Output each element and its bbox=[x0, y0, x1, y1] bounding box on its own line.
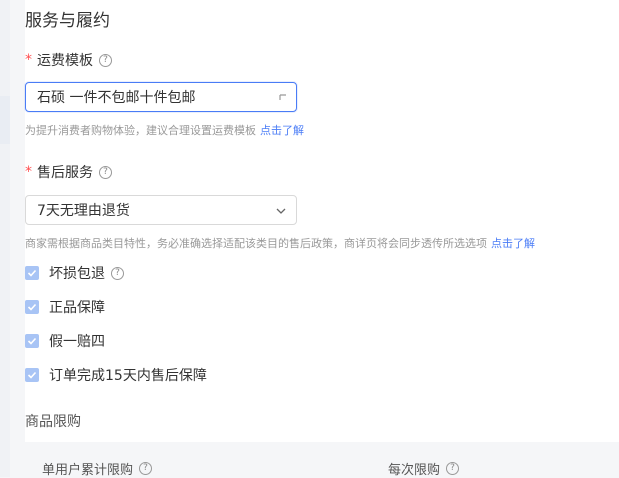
freight-hint: 为提升消费者购物体验，建议合理设置运费模板 点击了解 bbox=[25, 122, 304, 138]
required-star: * bbox=[25, 52, 32, 68]
aftersale-label: 售后服务 bbox=[37, 165, 93, 181]
checkbox-checked[interactable] bbox=[25, 368, 39, 382]
check-icon bbox=[27, 371, 37, 379]
checkbox-checked[interactable] bbox=[25, 300, 39, 314]
column-label: 每次限购 bbox=[388, 463, 441, 478]
purchase-limit-title: 商品限购 bbox=[25, 414, 81, 430]
section-title: 服务与履约 bbox=[25, 11, 110, 31]
aftersale-hint-text: 商家需根据商品类目特性，务必准确选择适配该类目的售后政策，商详页将会同步透传所选… bbox=[25, 237, 487, 250]
column-per-order-limit: 每次限购 ? bbox=[388, 459, 460, 478]
option-authentic-guarantee[interactable]: 正品保障 bbox=[25, 298, 105, 316]
question-circle-icon[interactable]: ? bbox=[99, 53, 112, 67]
option-fake-compensation[interactable]: 假一赔四 bbox=[25, 332, 105, 350]
question-circle-icon[interactable]: ? bbox=[99, 165, 112, 179]
option-label: 坏损包退 bbox=[49, 266, 105, 282]
option-15-day-guarantee[interactable]: 订单完成15天内售后保障 bbox=[25, 366, 207, 384]
column-cumulative-limit: 单用户累计限购 ? bbox=[42, 459, 153, 478]
question-circle-icon[interactable]: ? bbox=[111, 266, 124, 280]
freight-label: 运费模板 bbox=[37, 53, 93, 69]
left-rail bbox=[0, 0, 10, 477]
check-icon bbox=[27, 269, 37, 277]
aftersale-learn-more-link[interactable]: 点击了解 bbox=[491, 237, 535, 250]
option-label: 订单完成15天内售后保障 bbox=[49, 368, 207, 384]
column-label: 单用户累计限购 bbox=[42, 463, 134, 478]
left-rail-marker bbox=[0, 96, 10, 144]
freight-template-value: 石硕 一件不包邮十件包邮 bbox=[37, 90, 196, 106]
aftersale-value: 7天无理由退货 bbox=[37, 203, 130, 219]
freight-hint-text: 为提升消费者购物体验，建议合理设置运费模板 bbox=[25, 124, 256, 137]
checkbox-checked[interactable] bbox=[25, 266, 39, 280]
chevron-down-icon bbox=[276, 208, 286, 214]
purchase-limit-header: 单用户累计限购 ? 每次限购 ? bbox=[25, 442, 619, 478]
question-circle-icon[interactable]: ? bbox=[446, 462, 460, 475]
checkbox-checked[interactable] bbox=[25, 334, 39, 348]
freight-label-row: * 运费模板 ? bbox=[25, 50, 112, 70]
freight-template-select[interactable]: 石硕 一件不包邮十件包邮 bbox=[25, 82, 297, 112]
check-icon bbox=[27, 337, 37, 345]
aftersale-select[interactable]: 7天无理由退货 bbox=[25, 195, 297, 225]
option-damage-return[interactable]: 坏损包退 ? bbox=[25, 264, 124, 282]
option-label: 假一赔四 bbox=[49, 334, 105, 350]
required-star: * bbox=[25, 164, 32, 180]
freight-learn-more-link[interactable]: 点击了解 bbox=[260, 124, 304, 137]
aftersale-label-row: * 售后服务 ? bbox=[25, 162, 112, 182]
select-caret-icon bbox=[279, 94, 286, 100]
question-circle-icon[interactable]: ? bbox=[139, 462, 153, 475]
check-icon bbox=[27, 303, 37, 311]
option-label: 正品保障 bbox=[49, 300, 105, 316]
aftersale-hint: 商家需根据商品类目特性，务必准确选择适配该类目的售后政策，商详页将会同步透传所选… bbox=[25, 235, 535, 251]
